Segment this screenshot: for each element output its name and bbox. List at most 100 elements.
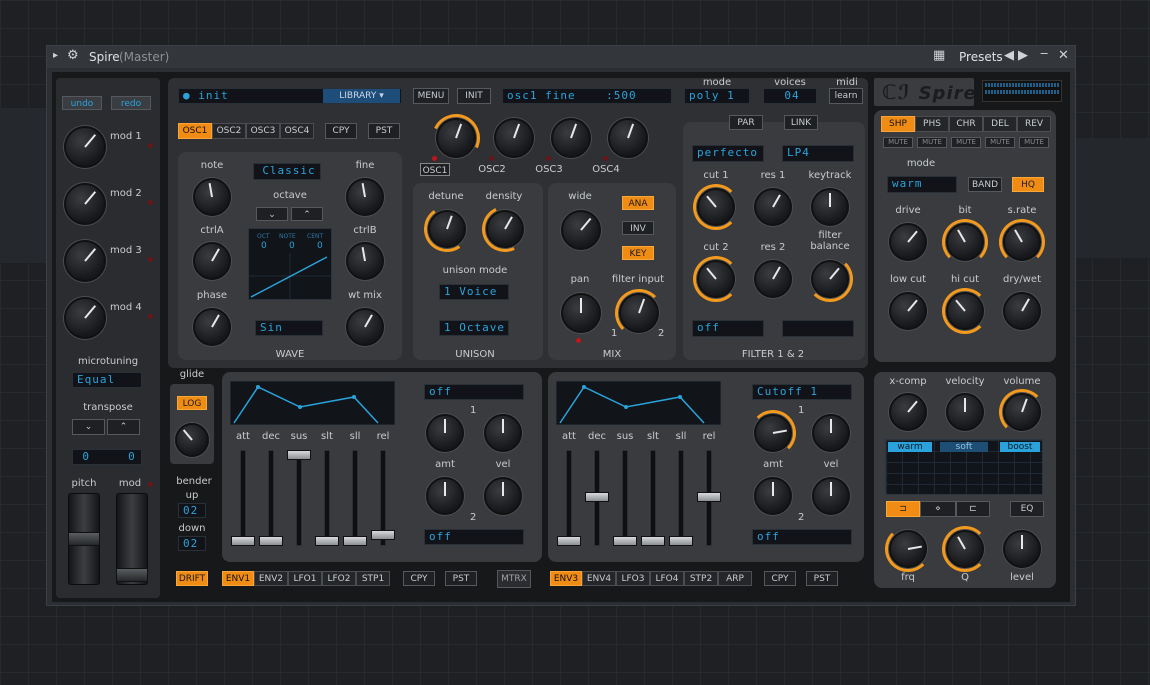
- glide-knob[interactable]: [175, 423, 209, 457]
- tab-shp[interactable]: SHP: [881, 116, 915, 132]
- drywet-knob[interactable]: [1003, 292, 1041, 330]
- env1-att-fader[interactable]: [240, 450, 246, 546]
- level-knob[interactable]: [1003, 530, 1041, 568]
- env3-att-fader[interactable]: [566, 450, 572, 546]
- mtrx-button[interactable]: MTRX: [497, 570, 531, 588]
- env1-sll-cap[interactable]: [343, 536, 367, 546]
- phase-knob[interactable]: [193, 308, 231, 346]
- wavetype-display[interactable]: Classic: [253, 163, 321, 180]
- env1-rel-cap[interactable]: [371, 530, 395, 540]
- env1-dec-cap[interactable]: [259, 536, 283, 546]
- expand-arrow-icon[interactable]: ▸: [53, 49, 58, 63]
- inv-button[interactable]: INV: [622, 221, 654, 235]
- note-knob[interactable]: [193, 178, 231, 216]
- env-right-paste-button[interactable]: PST: [806, 571, 838, 586]
- keytrack-knob[interactable]: [811, 188, 849, 226]
- tab-lfo3[interactable]: LFO3: [616, 571, 650, 586]
- eq-mode-boost[interactable]: boost: [1000, 442, 1040, 452]
- pan-knob[interactable]: [561, 293, 601, 333]
- redo-button[interactable]: redo: [111, 96, 151, 110]
- lowcut-knob[interactable]: [889, 292, 927, 330]
- env1-vel2-knob[interactable]: [484, 477, 522, 515]
- pitch-wheel-handle[interactable]: [68, 532, 100, 546]
- unison-octave-display[interactable]: 1 Octave: [439, 320, 509, 336]
- transpose-display[interactable]: 0 0: [72, 449, 142, 465]
- tab-env2[interactable]: ENV2: [254, 571, 288, 586]
- env-left-copy-button[interactable]: CPY: [403, 571, 435, 586]
- hq-button[interactable]: HQ: [1012, 177, 1044, 192]
- eq-lowshelf-button[interactable]: ⊐: [886, 501, 920, 517]
- env3-att-cap[interactable]: [557, 536, 581, 546]
- env3-slt-cap[interactable]: [641, 536, 665, 546]
- tab-lfo4[interactable]: LFO4: [650, 571, 684, 586]
- prev-preset-icon[interactable]: ◀: [1004, 49, 1014, 63]
- tab-lfo2[interactable]: LFO2: [322, 571, 356, 586]
- tab-env4[interactable]: ENV4: [582, 571, 616, 586]
- tab-lfo1[interactable]: LFO1: [288, 571, 322, 586]
- tab-env3[interactable]: ENV3: [550, 571, 582, 586]
- tab-osc1[interactable]: OSC1: [178, 123, 212, 139]
- mod4-knob[interactable]: [64, 297, 106, 339]
- ana-button[interactable]: ANA: [622, 196, 654, 210]
- transpose-down-button[interactable]: ⌄: [72, 419, 105, 435]
- log-button[interactable]: LOG: [177, 396, 207, 410]
- gear-icon[interactable]: ⚙: [67, 49, 79, 63]
- tab-osc2[interactable]: OSC2: [212, 123, 246, 139]
- microtuning-display[interactable]: Equal: [72, 372, 142, 388]
- filter1-mode-display[interactable]: LP4: [782, 145, 854, 162]
- env-right-graph[interactable]: [556, 381, 721, 425]
- env-right-copy-button[interactable]: CPY: [764, 571, 796, 586]
- filter2-mode-display[interactable]: [782, 320, 854, 337]
- env1-dec-fader[interactable]: [268, 450, 274, 546]
- env1-amt2-knob[interactable]: [426, 477, 464, 515]
- res1-knob[interactable]: [754, 188, 792, 226]
- eq-mode-soft[interactable]: soft: [940, 442, 988, 452]
- env-left-graph[interactable]: [230, 381, 395, 425]
- presets-label[interactable]: Presets: [959, 50, 1003, 64]
- env3-vel2-knob[interactable]: [812, 477, 850, 515]
- par-button[interactable]: PAR: [729, 115, 763, 130]
- grid-icon[interactable]: ▦: [933, 49, 945, 63]
- osc-copy-button[interactable]: CPY: [325, 123, 357, 139]
- env3-sll-fader[interactable]: [678, 450, 684, 546]
- next-preset-icon[interactable]: ▶: [1018, 49, 1028, 63]
- mute-chr[interactable]: MUTE: [951, 137, 981, 148]
- env1-sus-fader[interactable]: [296, 450, 302, 546]
- env3-sll-cap[interactable]: [669, 536, 693, 546]
- ctrlb-knob[interactable]: [346, 242, 384, 280]
- library-dropdown[interactable]: LIBRARY ▾: [323, 89, 400, 103]
- xcomp-knob[interactable]: [889, 393, 927, 431]
- fx-mode-display[interactable]: warm: [887, 176, 957, 193]
- env3-amt2-knob[interactable]: [754, 477, 792, 515]
- tab-chr[interactable]: CHR: [949, 116, 983, 132]
- mode-display[interactable]: poly 1: [684, 88, 750, 104]
- filter1-type-display[interactable]: perfecto: [692, 145, 764, 162]
- mod2-knob[interactable]: [64, 183, 106, 225]
- env3-dec-cap[interactable]: [585, 492, 609, 502]
- wtmix-knob[interactable]: [346, 308, 384, 346]
- bender-down-display[interactable]: 02: [178, 536, 206, 551]
- drive-knob[interactable]: [889, 223, 927, 261]
- init-button[interactable]: INIT: [457, 88, 491, 104]
- osc2-level-knob[interactable]: [494, 118, 534, 158]
- octave-up-button[interactable]: ⌃: [291, 207, 323, 221]
- velocity-knob[interactable]: [946, 393, 984, 431]
- ctrla-knob[interactable]: [193, 242, 231, 280]
- unison-voice-display[interactable]: 1 Voice: [439, 284, 509, 300]
- env3-slt-fader[interactable]: [650, 450, 656, 546]
- eq-highshelf-button[interactable]: ⊏: [956, 501, 990, 517]
- filter2-type-display[interactable]: off: [692, 320, 764, 337]
- fine-knob[interactable]: [346, 178, 384, 216]
- env1-dest1-display[interactable]: off: [424, 384, 524, 400]
- res2-knob[interactable]: [754, 260, 792, 298]
- env-left-paste-button[interactable]: PST: [445, 571, 477, 586]
- wide-knob[interactable]: [561, 210, 601, 250]
- undo-button[interactable]: undo: [62, 96, 102, 110]
- tab-del[interactable]: DEL: [983, 116, 1017, 132]
- band-button[interactable]: BAND: [968, 177, 1002, 192]
- env3-dest1-display[interactable]: Cutoff 1: [752, 384, 852, 400]
- eq-button[interactable]: EQ: [1010, 501, 1044, 517]
- title-bar[interactable]: ▸ ⚙ Spire (Master) ▦ Presets ◀ ▶ ‒ ✕: [47, 46, 1075, 68]
- env1-amt1-knob[interactable]: [426, 414, 464, 452]
- env3-dest2-display[interactable]: off: [752, 529, 852, 545]
